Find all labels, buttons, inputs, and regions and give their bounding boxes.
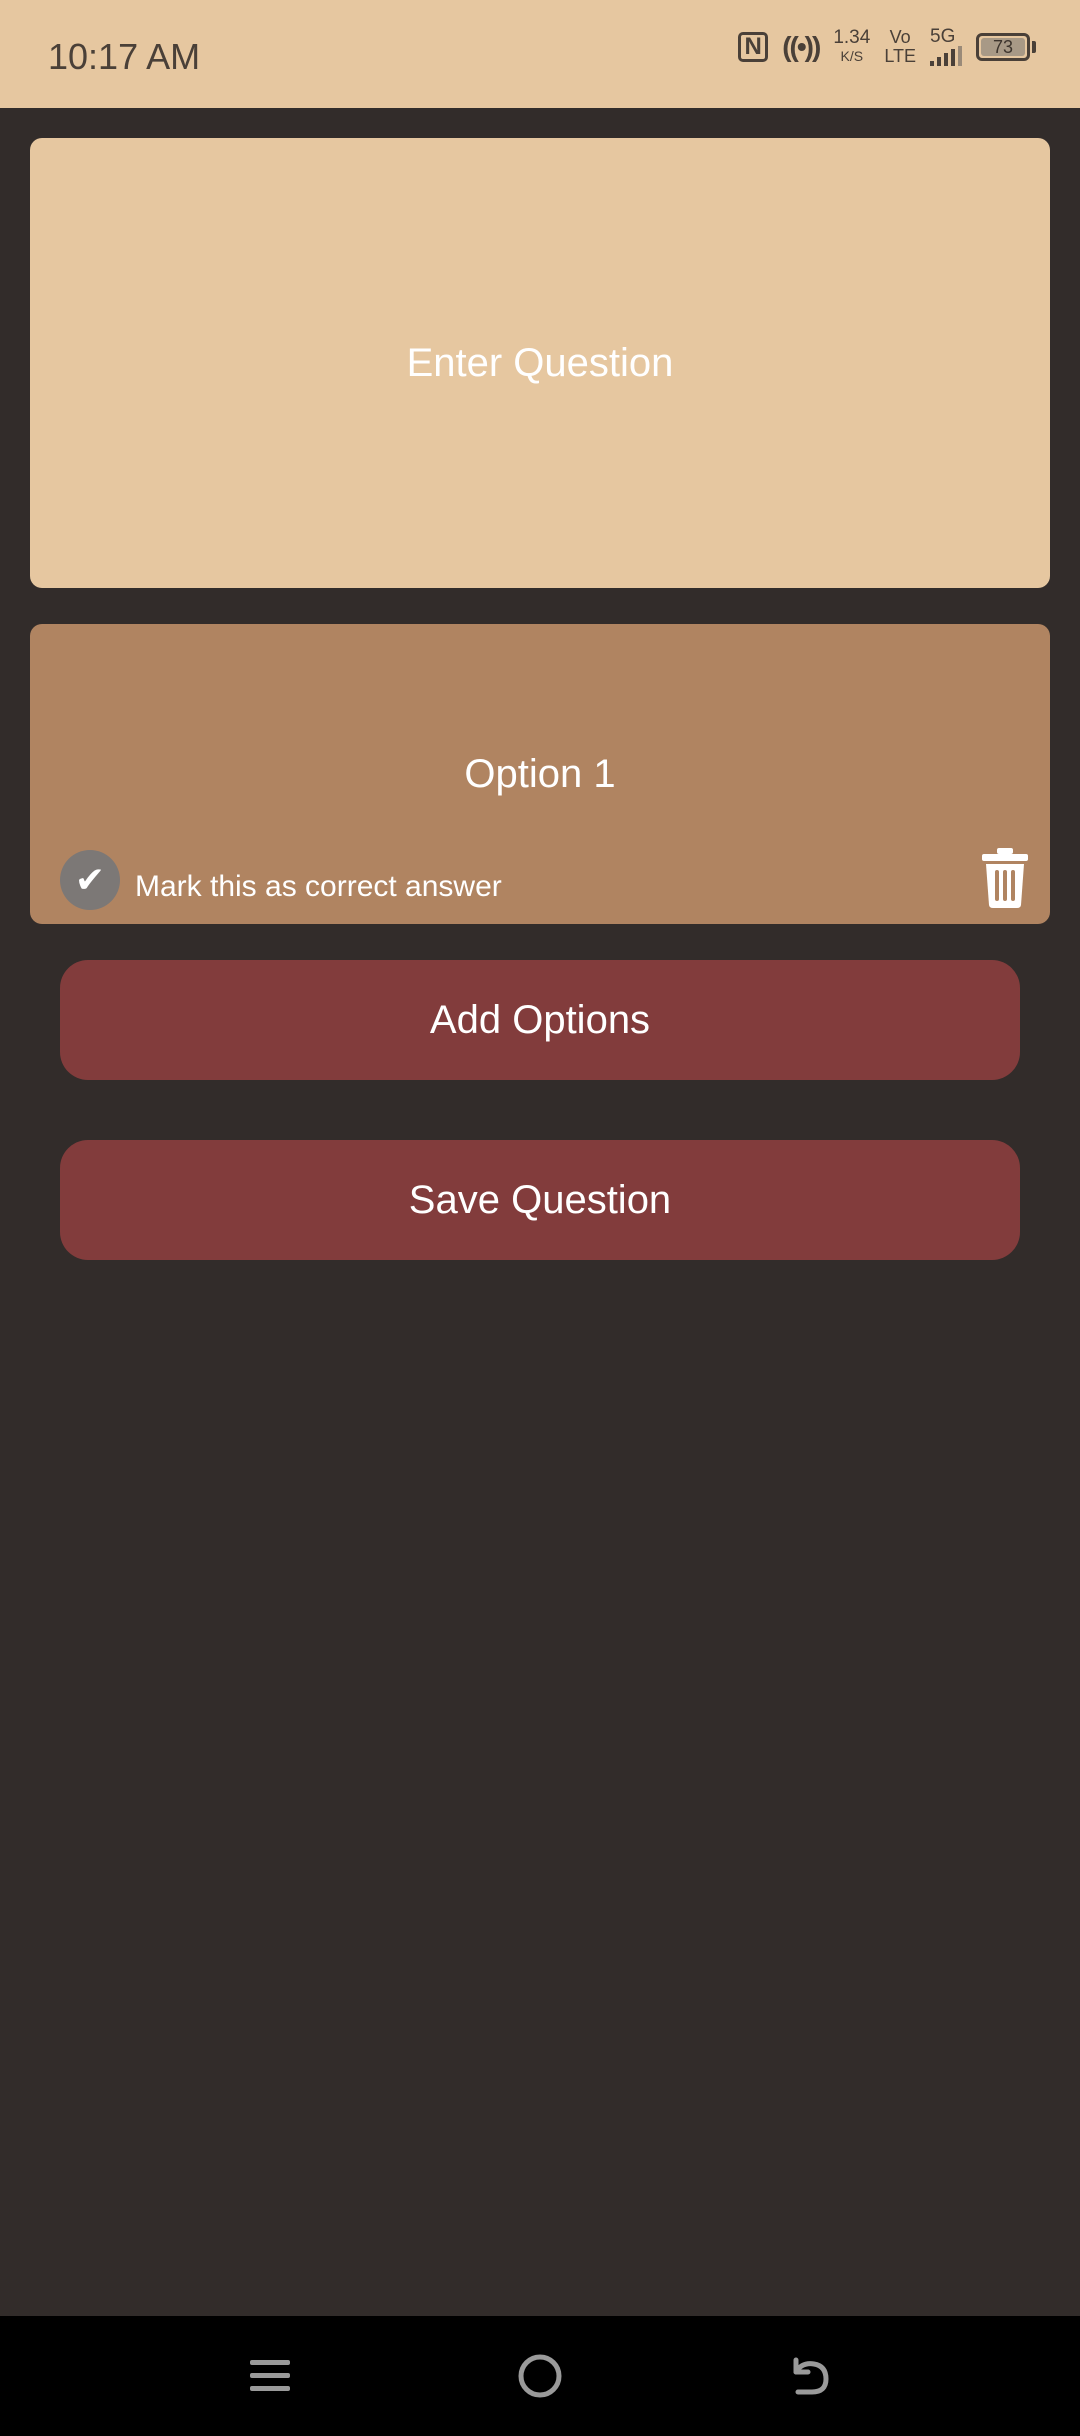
option-card: Option 1 ✔ Mark this as correct answer [30,624,1050,924]
network-speed-value: 1.34 [833,27,871,48]
mark-correct-label: Mark this as correct answer [135,870,502,903]
volte-icon: Vo LTE [884,28,916,66]
check-icon: ✔ [74,859,106,900]
option-input[interactable]: Option 1 [30,752,1050,797]
nfc-icon: N [738,32,769,62]
mark-correct-checkbox[interactable]: ✔ [60,850,120,910]
network-type: 5G [930,26,956,47]
home-icon[interactable] [510,2346,570,2406]
battery-icon: 73 [976,33,1036,61]
volte-bottom: LTE [884,46,916,66]
add-options-button[interactable]: Add Options [60,960,1020,1080]
save-question-button[interactable]: Save Question [60,1140,1020,1260]
question-placeholder: Enter Question [406,340,674,385]
hotspot-icon: ((•)) [782,31,821,62]
signal-icon: 5G [930,26,962,66]
menu-icon[interactable] [240,2346,300,2406]
network-speed: 1.34 K/S [833,27,871,65]
status-icons: N ((•)) 1.34 K/S Vo LTE 5G 73 [738,26,1036,66]
status-time: 10:17 AM [48,36,201,77]
status-bar: 10:17 AM N ((•)) 1.34 K/S Vo LTE 5G 73 [0,0,1080,108]
volte-top: Vo [889,27,911,47]
battery-level: 73 [981,37,1025,57]
navigation-bar [0,2316,1080,2436]
network-speed-unit: K/S [840,48,864,64]
signal-bars [930,46,962,66]
back-icon[interactable] [780,2346,840,2406]
question-input[interactable]: Enter Question [30,138,1050,588]
trash-icon[interactable] [980,848,1030,908]
